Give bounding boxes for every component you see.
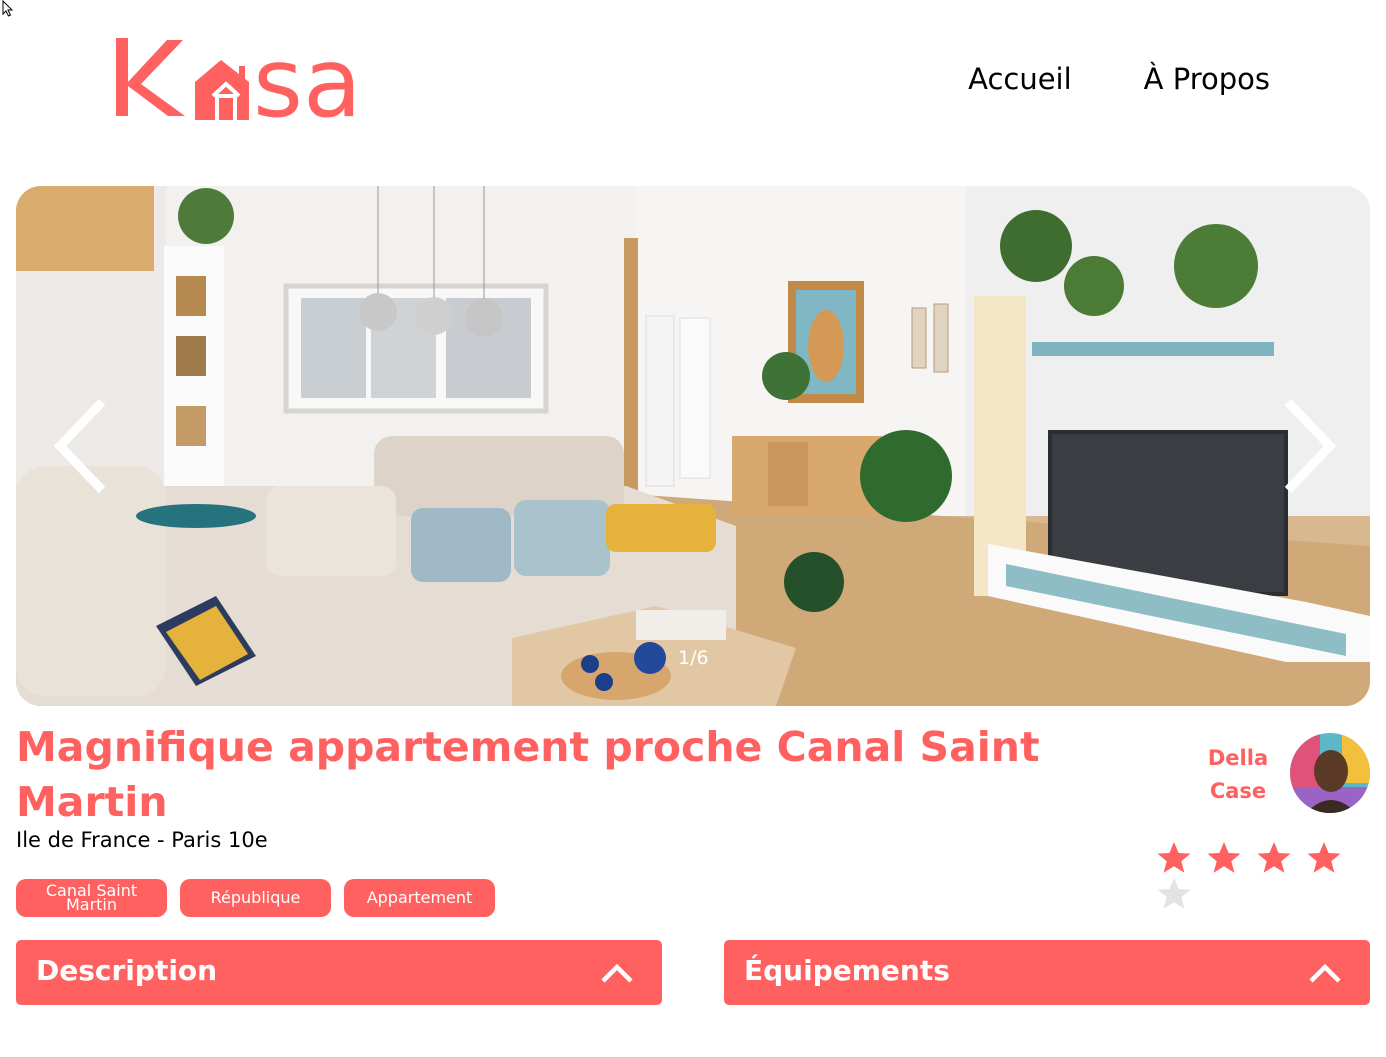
star-icon <box>1257 842 1291 873</box>
main-nav: Accueil À Propos <box>968 62 1270 96</box>
listing-photo <box>16 186 1370 706</box>
chevron-left-icon[interactable] <box>50 396 110 496</box>
chevron-right-icon[interactable] <box>1280 396 1340 496</box>
mouse-cursor-icon <box>2 0 14 17</box>
host-name: Della Case <box>1192 742 1284 808</box>
nav-link-home[interactable]: Accueil <box>968 62 1072 96</box>
host-last-name: Case <box>1209 779 1267 803</box>
listing-location: Ile de France - Paris 10e <box>16 828 268 852</box>
equipments-collapse[interactable]: Équipements <box>724 940 1370 1005</box>
tag-item: Canal Saint Martin <box>16 879 167 917</box>
star-icon-empty <box>1157 878 1191 909</box>
nav-link-about[interactable]: À Propos <box>1144 62 1270 96</box>
tag-list: Canal Saint Martin République Appartemen… <box>16 879 495 917</box>
image-counter: 1/6 <box>678 647 709 669</box>
star-icon <box>1207 842 1241 873</box>
photo-gallery: 1/6 <box>16 186 1370 706</box>
svg-text:sa: sa <box>253 34 362 126</box>
equipments-title: Équipements <box>744 954 950 987</box>
description-collapse[interactable]: Description <box>16 940 662 1005</box>
kasa-logo[interactable]: sa <box>113 34 385 126</box>
chevron-up-icon[interactable] <box>1308 962 1342 984</box>
tag-item: République <box>180 879 331 917</box>
description-title: Description <box>36 954 218 987</box>
host-photo <box>1290 733 1370 813</box>
chevron-up-icon[interactable] <box>600 962 634 984</box>
star-icon <box>1307 842 1341 873</box>
star-icon <box>1157 842 1191 873</box>
host-avatar <box>1290 733 1370 813</box>
host-first-name: Della <box>1207 746 1269 770</box>
tag-item: Appartement <box>344 879 495 917</box>
listing-title: Magnifique appartement proche Canal Sain… <box>16 723 1040 826</box>
